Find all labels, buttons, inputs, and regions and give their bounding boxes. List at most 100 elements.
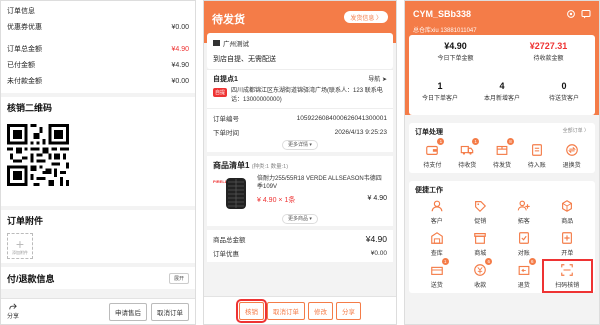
amount-row: 订单总金额 ¥4.90	[7, 45, 189, 54]
grid-item-label: 商品	[561, 219, 574, 225]
promo-icon	[473, 199, 487, 213]
all-orders-link[interactable]: 全部订单 〉	[563, 127, 589, 137]
more-details-button[interactable]: 更多详情 ▾	[282, 140, 318, 150]
count-badge: 1	[437, 138, 445, 145]
grid-item-warehouse[interactable]: 查库	[415, 231, 459, 257]
stat-today-customers[interactable]: 1 今日下单客户	[409, 75, 471, 115]
store-card: 广州测试 到店自提、无需配送	[207, 33, 393, 69]
quick-work-section: 便捷工作 客户 促销 拓客 商品查库 商城 对账 开单 1 送货 6 收款 6 退货 扫码核销	[409, 181, 595, 293]
navigate-button[interactable]: 导航 ➤	[368, 74, 387, 84]
grid-item-label: 待发货	[492, 163, 511, 169]
delivery-icon: 1	[430, 258, 449, 277]
grid-item-label: 促销	[474, 219, 487, 225]
grid-item-box[interactable]: 8 待发货	[485, 138, 520, 169]
totals: 商品总金额 ¥4.90 订单优惠 ¥0.00	[207, 230, 393, 262]
address-text: 四川成都锦江区东湖街道锦驿湾广场(联系人：123 联系电话：1300000000…	[231, 88, 383, 103]
grid-item-wallet[interactable]: 1 待支付	[415, 138, 450, 169]
order-time: 2026/4/13 9:25:23	[334, 128, 387, 136]
return-icon: 6	[517, 258, 536, 277]
count-badge: 1	[472, 138, 480, 145]
grid-item-label: 收款	[474, 283, 487, 289]
grid-item-expand[interactable]: 拓客	[502, 199, 546, 225]
store-name: 广州测试	[223, 41, 249, 48]
count-badge: 6	[485, 258, 493, 265]
count-badge: 8	[506, 138, 514, 145]
reconcile-icon	[517, 231, 531, 245]
grid-item-exchange[interactable]: 退换货	[554, 143, 589, 169]
message-icon[interactable]	[581, 9, 591, 19]
order-detail-screen: 订单信息 优惠券优惠 ¥0.00 订单总金额 ¥4.90 已付金额 ¥4.90 未付款…	[0, 0, 196, 325]
grid-item-payment[interactable]: 6 收款	[459, 258, 503, 289]
grid-item-invoice[interactable]: 开单	[546, 231, 590, 257]
scan-icon	[560, 263, 574, 277]
stat-pending-delivery[interactable]: 0 待送货客户	[533, 75, 595, 115]
stat-receivable[interactable]: ¥2727.31 待收款金额	[502, 35, 595, 75]
edit-button[interactable]: 修改	[308, 301, 333, 320]
verification-qr-code	[7, 124, 69, 186]
goods-price-qty: ¥ 4.90 × 1条	[257, 197, 296, 204]
pickup-address: 自提点1 导航 ➤ 自提 四川成都锦江区东湖街道锦驿湾广场(联系人：123 联系…	[207, 69, 393, 108]
verify-button[interactable]: 核销	[236, 298, 267, 323]
gear-icon[interactable]	[566, 9, 576, 19]
goods-icon	[560, 199, 574, 213]
grid-item-label: 待入账	[527, 163, 546, 169]
section-title: 便捷工作	[415, 187, 443, 194]
cancel-order-button[interactable]: 取消订单	[151, 302, 189, 321]
cancel-order-button[interactable]: 取消订单	[267, 301, 305, 320]
self-pickup-tag: 自提	[213, 88, 228, 97]
grid-item-mall[interactable]: 商城	[459, 231, 503, 257]
grid-item-label: 待收货	[458, 163, 477, 169]
pending-shipment-screen: 待发货 发货信息 〉 广州测试 到店自提、无需配送 自提点1 导航 ➤ 自提 四…	[203, 0, 397, 325]
goods-name: 倍耐力255/55R18 VERDE ALLSEASON韦德四季109V	[257, 176, 382, 190]
grid-item-customer[interactable]: 客户	[415, 199, 459, 225]
share-icon	[9, 303, 17, 310]
more-goods-button[interactable]: 更多商品 ▾	[282, 214, 318, 224]
stat-today-amount[interactable]: ¥4.90 今日下单金额	[409, 35, 502, 75]
grid-item-ledger[interactable]: 待入账	[519, 143, 554, 169]
customer-icon	[430, 199, 444, 213]
amount-row: 优惠券优惠 ¥0.00	[7, 23, 189, 32]
amount-row: 已付金额 ¥4.90	[7, 61, 189, 70]
order-number: 1059226084000626041300001	[296, 114, 387, 122]
apply-after-sale-button[interactable]: 申请售后	[109, 302, 147, 321]
list-item[interactable]: PIRELLI 倍耐力255/55R18 VERDE ALLSEASON韦德四季…	[213, 175, 387, 211]
attachment-title: 订单附件	[7, 216, 44, 226]
expand-icon	[517, 199, 531, 213]
account-sub: 总仓库xiu 13881011047	[413, 28, 477, 34]
grid-item-return[interactable]: 6 退货	[502, 258, 546, 289]
share-button[interactable]: 分享	[7, 303, 19, 320]
exchange-icon	[565, 143, 579, 157]
grid-item-goods[interactable]: 商品	[546, 199, 590, 225]
attachment-section: 订单附件 + 添加附件	[1, 210, 195, 263]
shipping-mode: 到店自提、无需配送	[213, 56, 276, 63]
pickup-name: 自提点1	[213, 76, 238, 83]
grid-item-delivery[interactable]: 1 送货	[415, 258, 459, 289]
refund-section: 付/退款信息 展开	[1, 267, 195, 289]
order-discount: ¥0.00	[370, 249, 387, 257]
grid-item-label: 退货	[517, 283, 530, 289]
stats-card: ¥4.90 今日下单金额 ¥2727.31 待收款金额 1 今日下单客户 4 本月新增客…	[409, 35, 595, 115]
grid-item-label: 客户	[430, 219, 443, 225]
grid-item-label: 待支付	[423, 163, 442, 169]
expand-button[interactable]: 展开	[168, 272, 189, 284]
amount-row: 未付款金额 ¥0.00	[7, 77, 189, 86]
invoice-icon	[560, 231, 574, 245]
add-attachment-button[interactable]: + 添加附件	[7, 233, 33, 259]
goods-total: ¥4.90	[365, 234, 387, 244]
share-button[interactable]: 分享	[336, 301, 361, 320]
grid-item-label: 对账	[517, 251, 530, 257]
section-title: 订单处理	[415, 129, 443, 136]
grid-item-scan[interactable]: 扫码核销	[541, 259, 593, 293]
grid-item-reconcile[interactable]: 对账	[502, 231, 546, 257]
stat-new-customers[interactable]: 4 本月新增客户	[471, 75, 533, 115]
mall-icon	[473, 231, 487, 245]
grid-item-label: 开单	[561, 251, 574, 257]
shipping-info-button[interactable]: 发货信息 〉	[344, 11, 388, 23]
ledger-icon	[530, 143, 544, 157]
dashboard-header: CYM_SBb338 总仓库xiu 13881011047 ¥4.90 今日下单金…	[405, 1, 599, 115]
section-title: 订单信息	[7, 8, 35, 15]
account-name: CYM_SBb338	[413, 9, 472, 19]
grid-item-promo[interactable]: 促销	[459, 199, 503, 225]
grid-item-label: 送货	[430, 283, 443, 289]
grid-item-truck[interactable]: 1 待收货	[450, 138, 485, 169]
